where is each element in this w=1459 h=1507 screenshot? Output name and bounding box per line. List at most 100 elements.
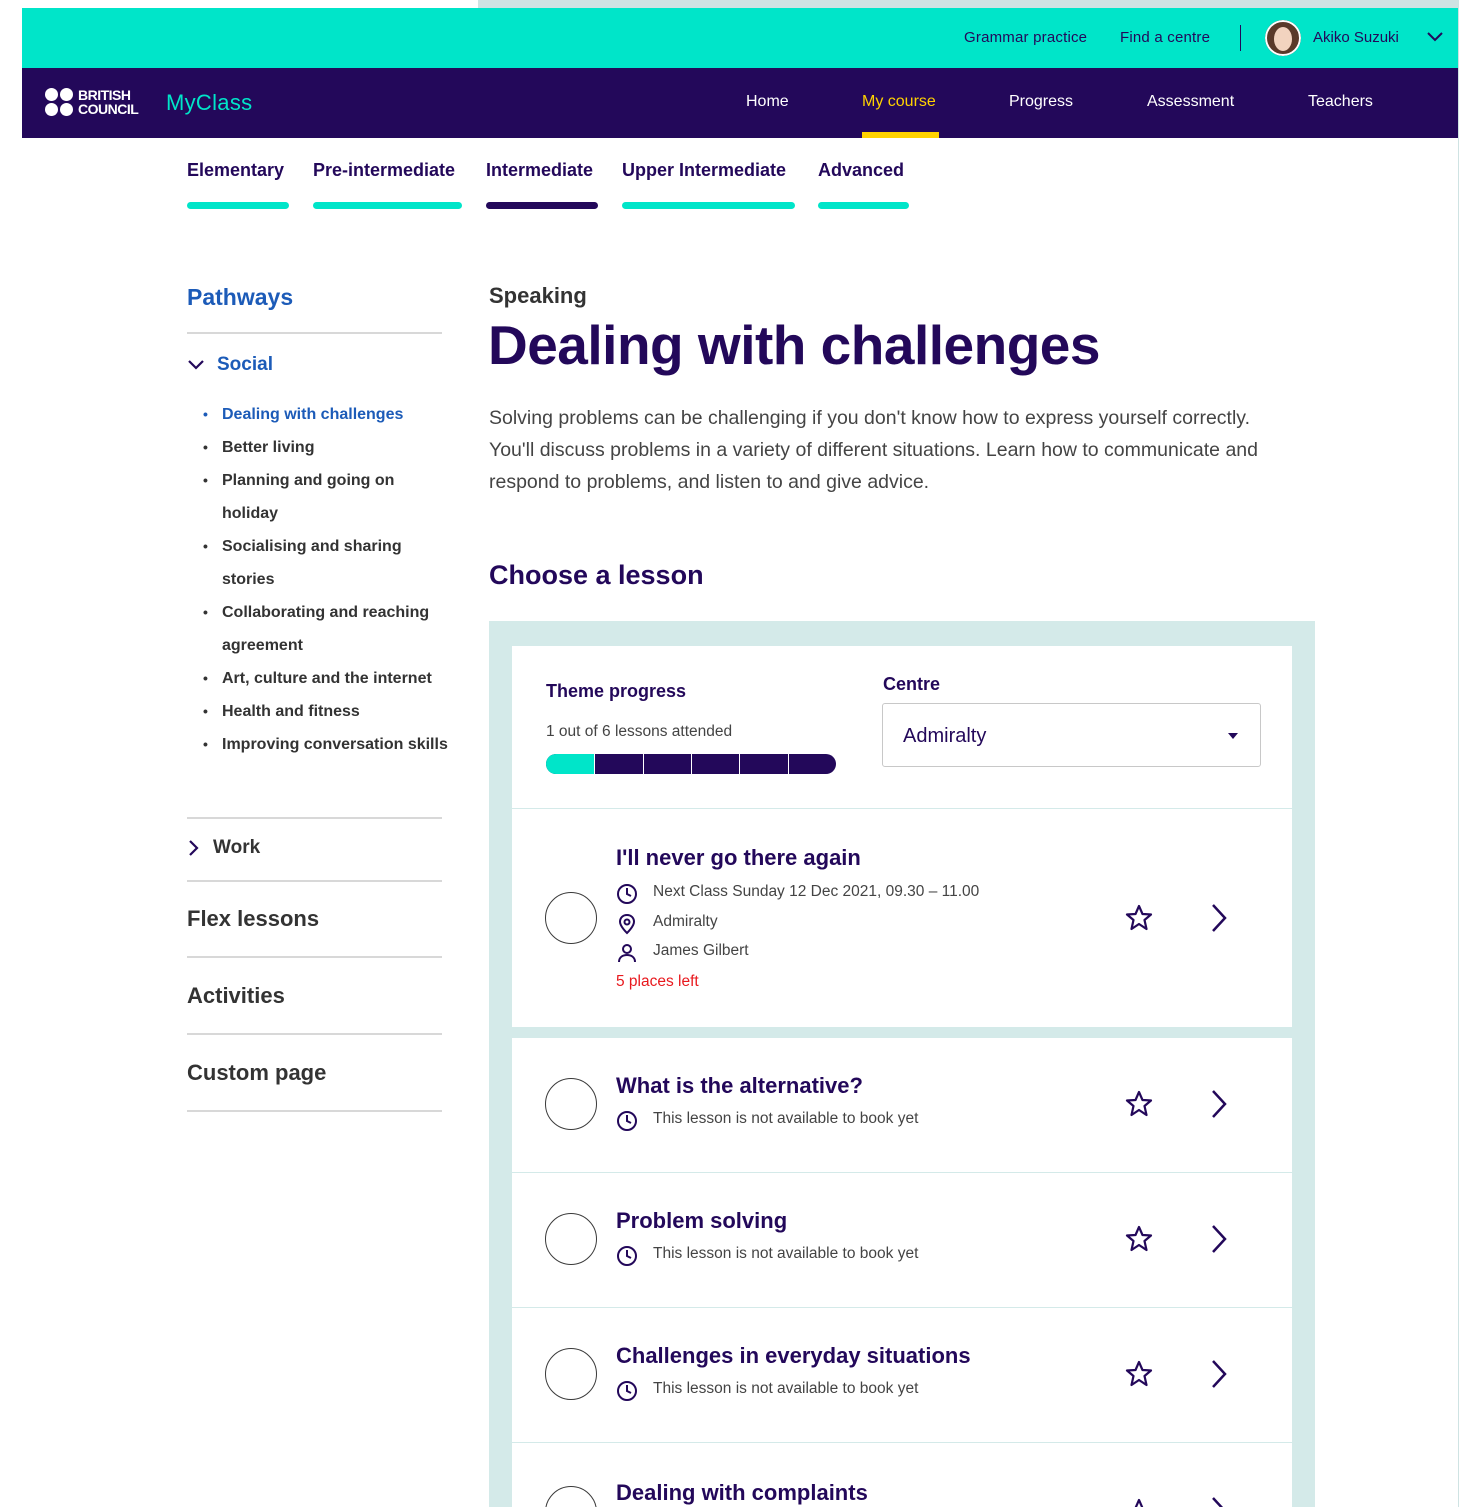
tab-advanced[interactable]: Advanced (818, 160, 904, 181)
utility-divider (1240, 25, 1241, 51)
star-icon[interactable] (1124, 1224, 1154, 1254)
main-nav: BRITISH COUNCIL MyClass Home My course P… (22, 68, 1458, 138)
centre-select[interactable]: Admiralty (882, 703, 1261, 767)
chevron-right-icon[interactable] (1209, 1358, 1229, 1390)
star-icon[interactable] (1124, 1359, 1154, 1389)
lesson-row[interactable]: Dealing with complaints (512, 1443, 1292, 1507)
chevron-right-icon[interactable] (1209, 902, 1229, 934)
sidebar-item-planning-holiday[interactable]: Planning and going on holiday (203, 464, 452, 530)
star-icon[interactable] (1124, 903, 1154, 933)
lesson-title[interactable]: I'll never go there again (616, 845, 861, 871)
sidebar-divider (187, 1033, 442, 1035)
theme-progress-card: Theme progress 1 out of 6 lessons attend… (512, 646, 1292, 808)
lesson-next-class: Next Class Sunday 12 Dec 2021, 09.30 – 1… (616, 883, 979, 904)
lesson-teacher: James Gilbert (616, 942, 749, 963)
sidebar-divider (187, 880, 442, 882)
sidebar-item-collaborating[interactable]: Collaborating and reaching agreement (203, 596, 452, 662)
lesson-status: This lesson is not available to book yet (616, 1110, 918, 1131)
theme-progress-fill (546, 754, 595, 774)
sidebar-divider (187, 956, 442, 958)
sidebar-divider (187, 332, 442, 334)
sidebar-item-health-fitness[interactable]: Health and fitness (203, 695, 452, 728)
tab-pre-intermediate-bar (313, 202, 462, 209)
progress-segment-divider (691, 754, 692, 774)
tab-upper-intermediate[interactable]: Upper Intermediate (622, 160, 786, 181)
lesson-radio[interactable] (545, 1348, 597, 1400)
find-centre-link[interactable]: Find a centre (1120, 29, 1210, 46)
lesson-title[interactable]: Problem solving (616, 1208, 787, 1234)
tab-elementary[interactable]: Elementary (187, 160, 284, 181)
progress-segment-divider (642, 754, 644, 774)
sidebar-divider (187, 817, 442, 819)
lesson-title[interactable]: Dealing with complaints (616, 1480, 868, 1506)
grammar-practice-link[interactable]: Grammar practice (964, 29, 1087, 46)
chevron-down-icon (188, 360, 204, 370)
sidebar-item-dealing-with-challenges[interactable]: Dealing with challenges (203, 398, 452, 431)
chevron-down-icon[interactable] (1426, 30, 1444, 44)
window-edge-top (478, 0, 1459, 8)
theme-progress-bar (546, 754, 836, 774)
star-icon[interactable] (1124, 1089, 1154, 1119)
lesson-row[interactable]: Problem solving This lesson is not avail… (512, 1173, 1292, 1307)
location-pin-icon (618, 913, 636, 935)
nav-my-course[interactable]: My course (862, 93, 936, 111)
lesson-location: Admiralty (616, 913, 718, 935)
person-icon (618, 944, 636, 963)
chevron-right-icon[interactable] (1209, 1223, 1229, 1255)
tab-intermediate[interactable]: Intermediate (486, 160, 593, 181)
sidebar-item-better-living[interactable]: Better living (203, 431, 452, 464)
clock-icon (617, 1246, 637, 1266)
brand-name[interactable]: MyClass (166, 90, 252, 116)
logo-text: BRITISH COUNCIL (78, 87, 139, 117)
sidebar-item-art-culture[interactable]: Art, culture and the internet (203, 662, 452, 695)
nav-progress[interactable]: Progress (1009, 93, 1073, 111)
nav-teachers[interactable]: Teachers (1308, 93, 1373, 111)
clock-icon (617, 1111, 637, 1131)
clock-icon (617, 1381, 637, 1401)
active-nav-indicator (862, 132, 939, 138)
nav-home[interactable]: Home (746, 93, 789, 111)
chevron-right-icon[interactable] (1209, 1495, 1229, 1507)
sidebar-section-work[interactable]: Work (187, 837, 260, 859)
sidebar-item-socialising[interactable]: Socialising and sharing stories (203, 530, 452, 596)
choose-lesson-heading: Choose a lesson (489, 560, 704, 590)
lesson-radio[interactable] (545, 1213, 597, 1265)
places-left: 5 places left (616, 973, 699, 990)
sidebar-divider (187, 1110, 442, 1112)
progress-segment-divider (594, 754, 596, 774)
sidebar-section-social[interactable]: Social (187, 354, 273, 376)
lesson-row[interactable]: Challenges in everyday situations This l… (512, 1308, 1292, 1442)
sidebar-item-improving-conversation[interactable]: Improving conversation skills (203, 728, 452, 761)
lesson-row[interactable]: What is the alternative? This lesson is … (512, 1038, 1292, 1172)
lesson-title[interactable]: What is the alternative? (616, 1073, 863, 1099)
centre-select-value: Admiralty (903, 725, 987, 747)
caret-down-icon (1228, 733, 1238, 739)
theme-progress-summary: 1 out of 6 lessons attended (546, 723, 733, 740)
tab-pre-intermediate[interactable]: Pre-intermediate (313, 160, 455, 181)
tab-intermediate-bar (486, 202, 598, 209)
star-icon[interactable] (1124, 1497, 1154, 1507)
clock-icon (617, 884, 637, 904)
lesson-radio[interactable] (545, 892, 597, 944)
sidebar-custom-page[interactable]: Custom page (187, 1060, 326, 1086)
chevron-right-icon[interactable] (1209, 1088, 1229, 1120)
tab-advanced-bar (818, 202, 909, 209)
lesson-radio[interactable] (545, 1486, 597, 1507)
nav-assessment[interactable]: Assessment (1147, 93, 1234, 111)
sidebar-flex-lessons[interactable]: Flex lessons (187, 906, 319, 932)
lesson-title[interactable]: Challenges in everyday situations (616, 1343, 971, 1369)
page-title: Dealing with challenges (488, 314, 1100, 376)
utility-bar: Grammar practice Find a centre Akiko Suz… (22, 8, 1458, 68)
user-name[interactable]: Akiko Suzuki (1313, 29, 1399, 46)
lesson-radio[interactable] (545, 1078, 597, 1130)
avatar[interactable] (1265, 20, 1301, 56)
theme-progress-label: Theme progress (546, 681, 687, 701)
page-intro: Solving problems can be challenging if y… (489, 407, 1258, 493)
chevron-right-icon (189, 840, 199, 856)
sidebar-title: Pathways (187, 284, 294, 310)
sidebar-activities[interactable]: Activities (187, 983, 285, 1009)
page-kicker: Speaking (489, 283, 587, 308)
tab-upper-intermediate-bar (622, 202, 795, 209)
british-council-logo-icon[interactable] (45, 88, 75, 118)
lesson-row[interactable]: I'll never go there again Next Class Sun… (512, 809, 1292, 1027)
